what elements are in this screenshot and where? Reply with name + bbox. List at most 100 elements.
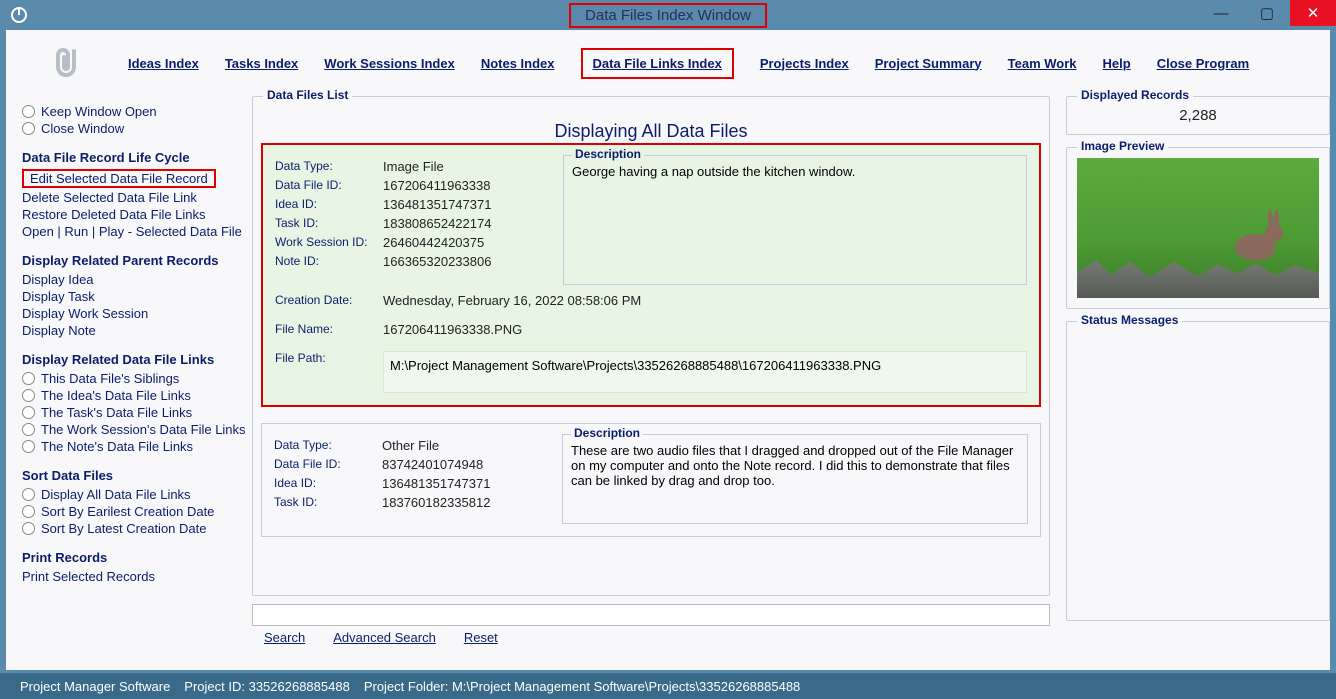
description-legend: Description — [572, 147, 644, 161]
minimize-button[interactable]: — — [1198, 0, 1244, 26]
radio-siblings[interactable]: This Data File's Siblings — [22, 371, 252, 386]
search-link[interactable]: Search — [264, 630, 305, 645]
main-menu: Ideas Index Tasks Index Work Sessions In… — [6, 30, 1330, 96]
radio-label: This Data File's Siblings — [41, 371, 179, 386]
sidebar-head-lifecycle: Data File Record Life Cycle — [22, 150, 252, 165]
link-display-idea[interactable]: Display Idea — [22, 272, 252, 287]
label-file-path: File Path: — [275, 351, 383, 393]
radio-icon — [22, 105, 35, 118]
nav-tasks-index[interactable]: Tasks Index — [225, 56, 298, 71]
radio-task-links[interactable]: The Task's Data File Links — [22, 405, 252, 420]
description-box: Description George having a nap outside … — [563, 155, 1027, 285]
radio-label: The Idea's Data File Links — [41, 388, 191, 403]
data-files-list-fieldset: Data Files List Displaying All Data File… — [252, 96, 1050, 596]
label-idea-id: Idea ID: — [275, 197, 383, 212]
statusbar-project-id: Project ID: 33526268885488 — [184, 679, 350, 694]
label-note-id: Note ID: — [275, 254, 383, 269]
reset-link[interactable]: Reset — [464, 630, 498, 645]
radio-icon — [22, 488, 35, 501]
statusbar-app-name: Project Manager Software — [20, 679, 170, 694]
radio-note-links[interactable]: The Note's Data File Links — [22, 439, 252, 454]
link-delete-data-file[interactable]: Delete Selected Data File Link — [22, 190, 252, 205]
value-creation: Wednesday, February 16, 2022 08:58:06 PM — [383, 293, 1027, 308]
label-data-file-id: Data File ID: — [274, 457, 382, 472]
window-titlebar: Data Files Index Window — ▢ ✕ — [0, 0, 1336, 30]
nav-project-summary[interactable]: Project Summary — [875, 56, 982, 71]
nav-data-file-links-index[interactable]: Data File Links Index — [593, 56, 722, 71]
highlight-edit-selected: Edit Selected Data File Record — [22, 169, 216, 188]
nav-team-work[interactable]: Team Work — [1008, 56, 1077, 71]
label-idea-id: Idea ID: — [274, 476, 382, 491]
displayed-records-count: 2,288 — [1077, 107, 1319, 124]
close-button[interactable]: ✕ — [1290, 0, 1336, 26]
data-file-record[interactable]: Data Type:Other File Data File ID:837424… — [261, 423, 1041, 537]
nav-ideas-index[interactable]: Ideas Index — [128, 56, 199, 71]
radio-sort-all[interactable]: Display All Data File Links — [22, 487, 252, 502]
radio-label: Keep Window Open — [41, 104, 157, 119]
link-display-note[interactable]: Display Note — [22, 323, 252, 338]
status-messages-box: Status Messages — [1066, 321, 1330, 621]
label-ws-id: Work Session ID: — [275, 235, 383, 250]
value-ws-id: 26460442420375 — [383, 235, 484, 250]
nav-close-program[interactable]: Close Program — [1157, 56, 1249, 71]
file-path-box: M:\Project Management Software\Projects\… — [383, 351, 1027, 393]
image-preview — [1077, 158, 1319, 298]
radio-icon — [22, 389, 35, 402]
value-file-name: 167206411963338.PNG — [383, 322, 1027, 337]
records-scroll[interactable]: Data Type:Image File Data File ID:167206… — [261, 143, 1041, 587]
sidebar: Keep Window Open Close Window Data File … — [22, 96, 252, 670]
image-preview-legend: Image Preview — [1077, 139, 1168, 153]
statusbar: Project Manager Software Project ID: 335… — [0, 673, 1336, 699]
radio-label: The Note's Data File Links — [41, 439, 193, 454]
image-preview-box: Image Preview — [1066, 147, 1330, 309]
radio-icon — [22, 423, 35, 436]
nav-data-file-links-index-highlight: Data File Links Index — [581, 48, 734, 79]
link-print-selected[interactable]: Print Selected Records — [22, 569, 252, 584]
radio-icon — [22, 406, 35, 419]
radio-keep-window-open[interactable]: Keep Window Open — [22, 104, 252, 119]
center-area: Data Files List Displaying All Data File… — [252, 96, 1058, 670]
radio-ws-links[interactable]: The Work Session's Data File Links — [22, 422, 252, 437]
link-restore-data-file[interactable]: Restore Deleted Data File Links — [22, 207, 252, 222]
radio-icon — [22, 372, 35, 385]
nav-help[interactable]: Help — [1103, 56, 1131, 71]
app-logo-icon — [8, 4, 30, 26]
radio-icon — [22, 522, 35, 535]
nav-notes-index[interactable]: Notes Index — [481, 56, 555, 71]
link-display-task[interactable]: Display Task — [22, 289, 252, 304]
radio-label: Sort By Latest Creation Date — [41, 521, 206, 536]
link-display-work-session[interactable]: Display Work Session — [22, 306, 252, 321]
radio-icon — [22, 122, 35, 135]
sidebar-head-links: Display Related Data File Links — [22, 352, 252, 367]
data-file-record[interactable]: Data Type:Image File Data File ID:167206… — [261, 143, 1041, 407]
nav-projects-index[interactable]: Projects Index — [760, 56, 849, 71]
search-input[interactable] — [252, 604, 1050, 626]
label-task-id: Task ID: — [274, 495, 382, 510]
nav-work-sessions-index[interactable]: Work Sessions Index — [324, 56, 455, 71]
sidebar-head-sort: Sort Data Files — [22, 468, 252, 483]
link-edit-data-file[interactable]: Edit Selected Data File Record — [30, 171, 208, 186]
radio-idea-links[interactable]: The Idea's Data File Links — [22, 388, 252, 403]
data-files-list-title: Displaying All Data Files — [261, 121, 1041, 142]
maximize-button[interactable]: ▢ — [1244, 0, 1290, 26]
radio-label: The Work Session's Data File Links — [41, 422, 246, 437]
fieldset-legend: Data Files List — [263, 88, 352, 102]
advanced-search-link[interactable]: Advanced Search — [333, 630, 436, 645]
value-data-file-id: 167206411963338 — [383, 178, 491, 193]
description-text: George having a nap outside the kitchen … — [572, 164, 1018, 179]
sidebar-head-parent: Display Related Parent Records — [22, 253, 252, 268]
radio-sort-earliest[interactable]: Sort By Earilest Creation Date — [22, 504, 252, 519]
label-task-id: Task ID: — [275, 216, 383, 231]
label-file-name: File Name: — [275, 322, 383, 337]
link-open-run-play[interactable]: Open | Run | Play - Selected Data File — [22, 224, 252, 239]
statusbar-project-folder: Project Folder: M:\Project Management So… — [364, 679, 800, 694]
radio-close-window[interactable]: Close Window — [22, 121, 252, 136]
value-task-id: 183808652422174 — [383, 216, 491, 231]
sidebar-head-print: Print Records — [22, 550, 252, 565]
label-data-file-id: Data File ID: — [275, 178, 383, 193]
radio-sort-latest[interactable]: Sort By Latest Creation Date — [22, 521, 252, 536]
label-data-type: Data Type: — [274, 438, 382, 453]
value-data-type: Image File — [383, 159, 444, 174]
description-text: These are two audio files that I dragged… — [571, 443, 1019, 488]
radio-label: Sort By Earilest Creation Date — [41, 504, 214, 519]
